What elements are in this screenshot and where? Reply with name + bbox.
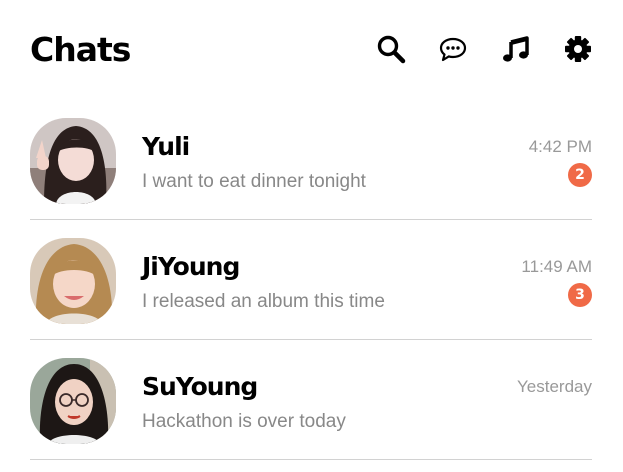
chat-list-item[interactable]: JiYoung I released an album this time 11… <box>30 220 592 340</box>
search-icon[interactable] <box>375 33 407 65</box>
message-preview: I want to eat dinner tonight <box>142 171 366 192</box>
unread-badge: 2 <box>568 163 592 187</box>
avatar <box>30 238 116 324</box>
app-header: Chats <box>0 0 623 100</box>
timestamp: Yesterday <box>517 377 592 396</box>
message-preview: Hackathon is over today <box>142 411 346 432</box>
gear-icon[interactable] <box>562 33 594 65</box>
contact-name: Yuli <box>142 132 190 161</box>
avatar <box>30 358 116 444</box>
chat-list-item[interactable]: SuYoung Hackathon is over today Yesterda… <box>30 340 592 460</box>
chat-list: Yuli I want to eat dinner tonight 4:42 P… <box>30 100 592 460</box>
chat-list-item[interactable]: Yuli I want to eat dinner tonight 4:42 P… <box>30 100 592 220</box>
timestamp: 11:49 AM <box>521 257 592 276</box>
avatar <box>30 118 116 204</box>
contact-name: SuYoung <box>142 372 258 401</box>
message-preview: I released an album this time <box>142 291 385 312</box>
contact-name: JiYoung <box>142 252 240 281</box>
timestamp: 4:42 PM <box>528 137 592 156</box>
chat-bubble-icon[interactable] <box>437 33 469 65</box>
page-title: Chats <box>30 30 131 69</box>
music-note-icon[interactable] <box>500 33 532 65</box>
unread-badge: 3 <box>568 283 592 307</box>
